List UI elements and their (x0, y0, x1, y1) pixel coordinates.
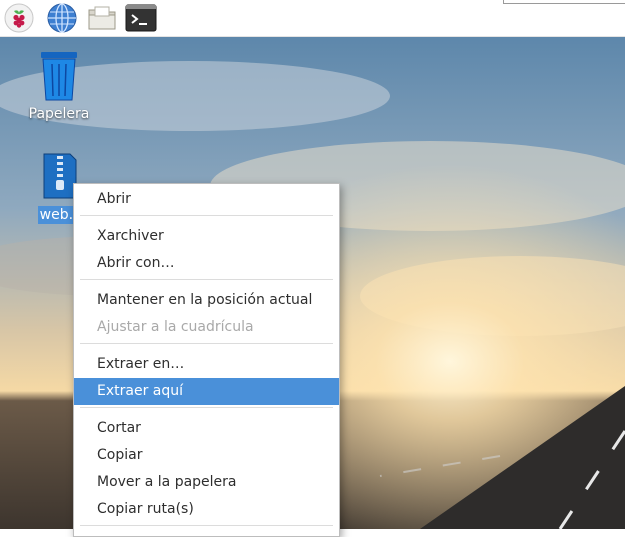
menu-separator (80, 525, 333, 526)
menu-item-copiar[interactable]: Copiar (74, 442, 339, 469)
context-menu: Abrir Xarchiver Abrir con… Mantener en l… (73, 183, 340, 537)
menu-item-mantener-posicion[interactable]: Mantener en la posición actual (74, 287, 339, 314)
trash-icon (41, 52, 77, 101)
trash-desktop-icon[interactable]: Papelera (20, 50, 98, 122)
globe-icon (47, 3, 77, 33)
panel-edge (503, 0, 625, 4)
raspberry-menu-button[interactable] (3, 2, 35, 34)
raspberry-icon (4, 3, 34, 33)
menu-item-ajustar-cuadricula: Ajustar a la cuadrícula (97, 319, 254, 335)
menu-item-copiar-ruta[interactable]: Copiar ruta(s) (74, 496, 339, 523)
menu-item-extraer-aqui[interactable]: Extraer aquí (74, 378, 339, 405)
trash-label: Papelera (28, 106, 90, 122)
menu-item-mover-papelera[interactable]: Mover a la papelera (74, 469, 339, 496)
taskbar (0, 0, 625, 37)
terminal-icon (125, 4, 157, 32)
menu-separator (80, 407, 333, 408)
folder-icon (88, 6, 116, 30)
menu-separator (80, 343, 333, 344)
menu-item-xarchiver[interactable]: Xarchiver (74, 223, 339, 250)
menu-separator (80, 279, 333, 280)
file-manager-button[interactable] (86, 2, 118, 34)
menu-separator (80, 215, 333, 216)
menu-item-cortar[interactable]: Cortar (74, 415, 339, 442)
menu-item-extraer-en[interactable]: Extraer en… (74, 351, 339, 378)
menu-item-abrir[interactable]: Abrir (74, 186, 339, 213)
web-browser-button[interactable] (46, 2, 78, 34)
menu-item-abrir-con[interactable]: Abrir con… (74, 250, 339, 277)
terminal-button[interactable] (125, 2, 157, 34)
